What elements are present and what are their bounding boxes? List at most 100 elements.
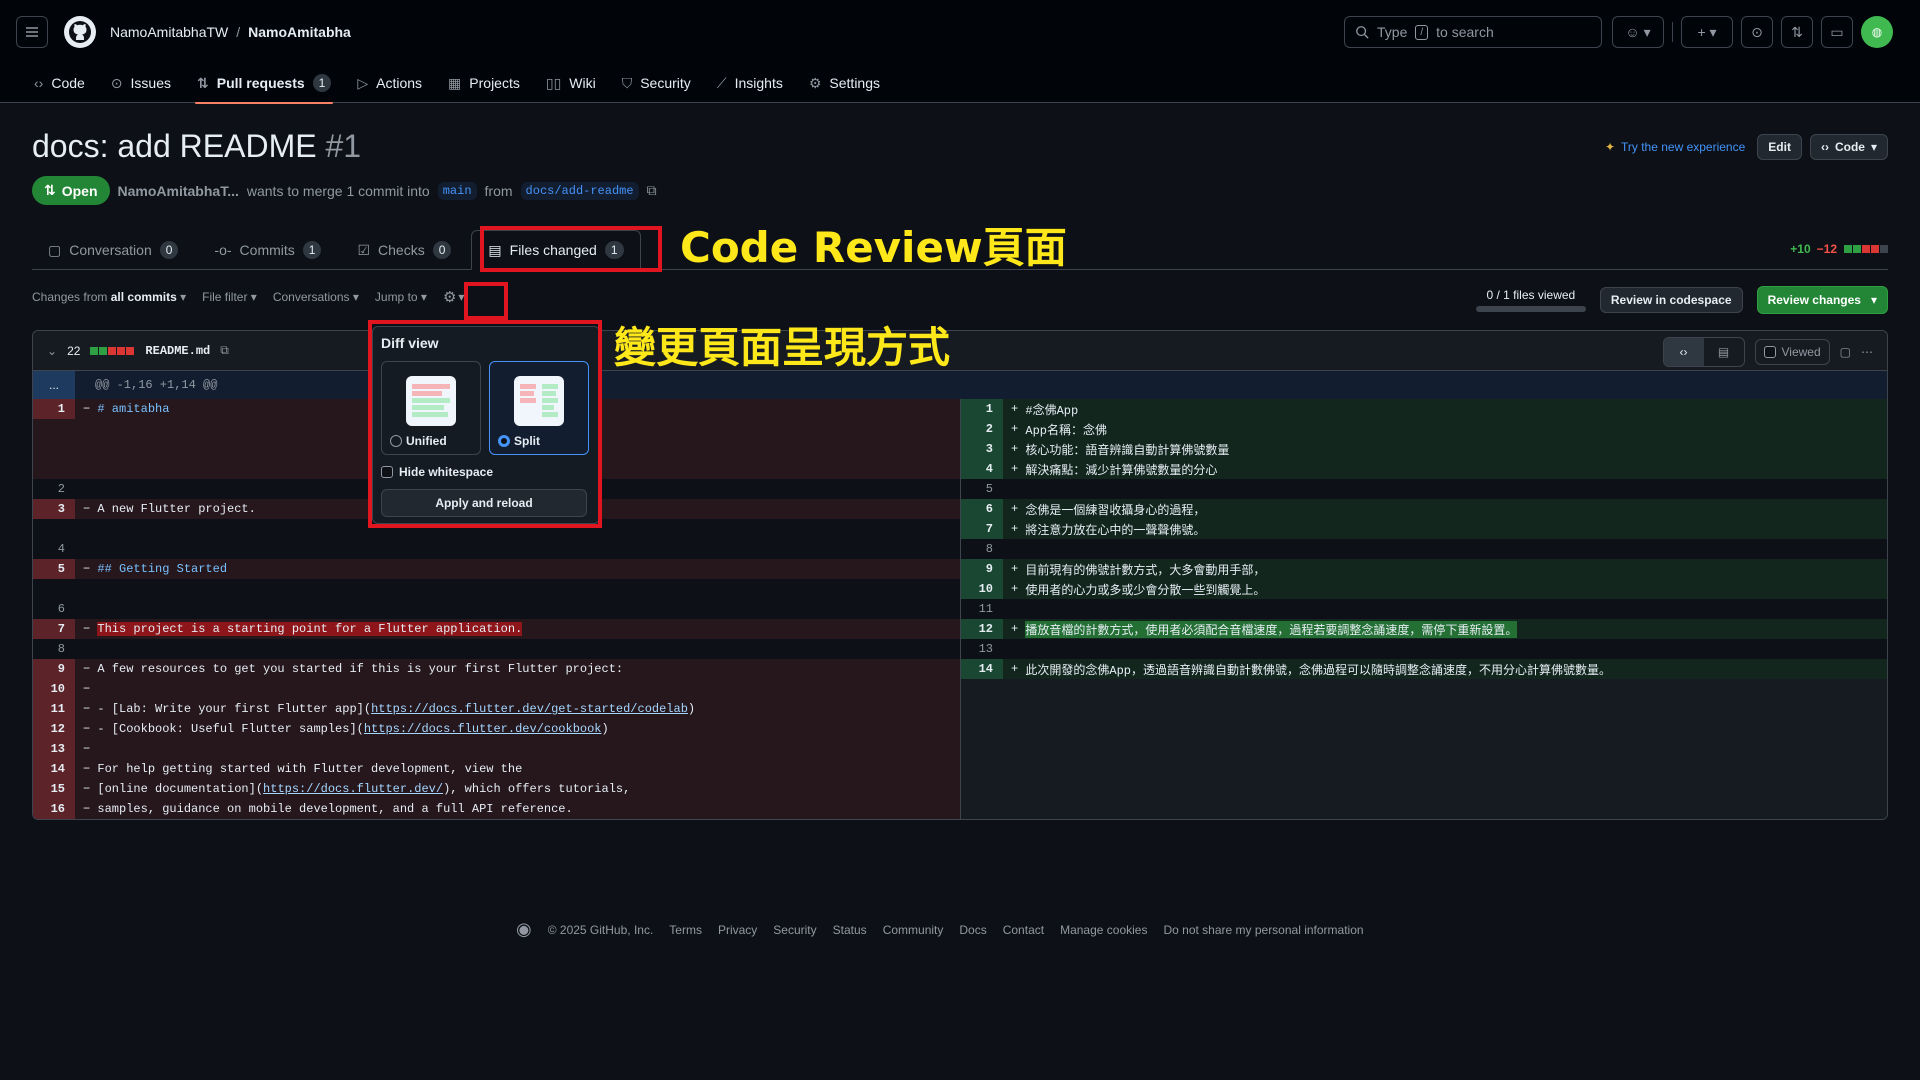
footer-link[interactable]: Security [773,923,816,937]
line-number[interactable]: 3 [961,439,1003,459]
tab-commits[interactable]: -o- Commits 1 [198,230,337,270]
search-input[interactable]: Type / to search [1344,16,1602,48]
tab-checks[interactable]: ☑ Checks 0 [341,230,467,270]
line-number[interactable]: 7 [33,619,75,639]
kebab-menu-icon[interactable]: ⋯ [1861,345,1873,359]
repo-owner-link[interactable]: NamoAmitabhaTW [110,24,228,40]
viewed-checkbox[interactable]: Viewed [1754,339,1830,365]
line-number[interactable]: 12 [961,619,1003,639]
menu-button[interactable] [16,15,48,48]
line-number[interactable]: 10 [33,679,75,699]
nav-pull-requests[interactable]: ⇅ Pull requests 1 [187,63,341,104]
line-number[interactable]: 8 [961,539,1003,559]
copy-path-icon[interactable]: ⧉ [220,343,229,358]
line-number[interactable]: 13 [33,739,75,759]
nav-code[interactable]: ‹› Code [24,63,95,103]
nav-insights[interactable]: ⟋ Insights [707,63,793,103]
shield-icon: ⛉ [621,74,633,91]
github-logo-icon[interactable] [64,15,96,48]
line-number[interactable]: 6 [33,599,75,619]
code-link[interactable]: https://docs.flutter.dev/get-started/cod… [371,702,688,716]
line-number[interactable]: 2 [33,479,75,499]
code-link[interactable]: https://docs.flutter.dev/cookbook [364,722,602,736]
line-number[interactable]: 10 [961,579,1003,599]
line-number[interactable]: 7 [961,519,1003,539]
nav-issues[interactable]: ⊙ Issues [101,63,181,103]
line-number[interactable]: 9 [33,659,75,679]
line-number[interactable]: 6 [961,499,1003,519]
create-new-button[interactable]: + ▾ [1681,16,1733,48]
line-number[interactable]: 4 [33,539,75,559]
line-number[interactable]: 1 [961,399,1003,419]
issues-button[interactable]: ⊙ [1741,16,1773,48]
edit-button[interactable]: Edit [1757,134,1802,160]
line-number[interactable]: 12 [33,719,75,739]
changes-from-dropdown[interactable]: Changes from all commits ▾ [32,290,186,304]
footer-link[interactable]: Status [833,923,867,937]
line-number[interactable]: 15 [33,779,75,799]
line-number[interactable]: 5 [33,559,75,579]
file-name[interactable]: README.md [145,344,210,358]
line-number[interactable]: 5 [961,479,1003,499]
expand-hunk-button[interactable]: ... [33,371,75,399]
line-number[interactable]: 11 [33,699,75,719]
base-branch[interactable]: main [437,181,477,200]
code-link[interactable]: https://docs.flutter.dev/ [263,782,443,796]
inbox-button[interactable]: ▭ [1821,16,1853,48]
collapse-chevron-icon[interactable]: ⌄ [47,344,57,358]
line-number[interactable]: 1 [33,399,75,419]
repo-name-link[interactable]: NamoAmitabha [248,24,351,40]
conversations-dropdown[interactable]: Conversations ▾ [273,290,359,304]
copy-icon[interactable]: ⧉ [647,182,657,199]
footer-link[interactable]: Privacy [718,923,757,937]
hide-whitespace-checkbox[interactable]: Hide whitespace [381,465,591,479]
footer-link[interactable]: Do not share my personal information [1163,923,1363,937]
rich-diff-icon[interactable]: ▤ [1704,338,1744,366]
line-number[interactable]: 11 [961,599,1003,619]
try-new-experience-link[interactable]: ✦ Try the new experience [1605,140,1745,154]
code-dropdown-button[interactable]: ‹› Code ▾ [1809,134,1888,160]
split-radio[interactable] [498,435,510,447]
apply-and-reload-button[interactable]: Apply and reload [381,489,587,517]
split-option[interactable]: Split [489,361,589,455]
code-text-tail: ) [687,702,696,716]
unified-radio[interactable] [390,435,402,447]
nav-settings[interactable]: ⚙ Settings [799,63,890,103]
nav-actions[interactable]: ▷ Actions [347,63,432,103]
footer-link[interactable]: Contact [1003,923,1044,937]
file-filter-dropdown[interactable]: File filter ▾ [202,290,257,304]
diff-settings-button[interactable]: ⚙ ▾ [443,288,464,306]
line-number[interactable]: 13 [961,639,1003,659]
review-in-codespace-button[interactable]: Review in codespace [1599,287,1743,313]
footer-link[interactable]: Manage cookies [1060,923,1147,937]
footer-link[interactable]: Terms [669,923,702,937]
line-number[interactable]: 4 [961,459,1003,479]
inbox-icon: ▭ [1830,23,1844,40]
footer-link[interactable]: Community [883,923,944,937]
pull-requests-button[interactable]: ⇅ [1781,16,1813,48]
line-number[interactable]: 3 [33,499,75,519]
comment-icon[interactable]: ▢ [1840,345,1851,359]
source-diff-icon[interactable]: ‹› [1663,338,1704,366]
nav-wiki[interactable]: ▯▯ Wiki [536,63,606,103]
footer-link[interactable]: Docs [959,923,986,937]
popover-title: Diff view [381,335,439,351]
copilot-button[interactable]: ☺ ▾ [1612,16,1664,48]
unified-option[interactable]: Unified [381,361,481,455]
tab-conversation[interactable]: ▢ Conversation 0 [32,230,194,270]
line-number[interactable]: 8 [33,639,75,659]
tab-commits-counter: 1 [302,241,322,259]
nav-projects[interactable]: ▦ Projects [438,63,530,103]
jump-to-dropdown[interactable]: Jump to ▾ [375,290,427,304]
head-branch[interactable]: docs/add-readme [520,181,639,200]
nav-security[interactable]: ⛉ Security [612,63,701,103]
tab-files-changed[interactable]: ▤ Files changed 1 [471,230,641,270]
avatar[interactable]: ◍ [1861,16,1893,48]
line-number[interactable]: 9 [961,559,1003,579]
line-number[interactable]: 14 [33,759,75,779]
pr-author-link[interactable]: NamoAmitabhaT... [118,183,239,199]
line-number[interactable]: 14 [961,659,1003,679]
line-number[interactable]: 2 [961,419,1003,439]
review-changes-button[interactable]: Review changes ▾ [1756,286,1888,314]
line-number[interactable]: 16 [33,799,75,819]
